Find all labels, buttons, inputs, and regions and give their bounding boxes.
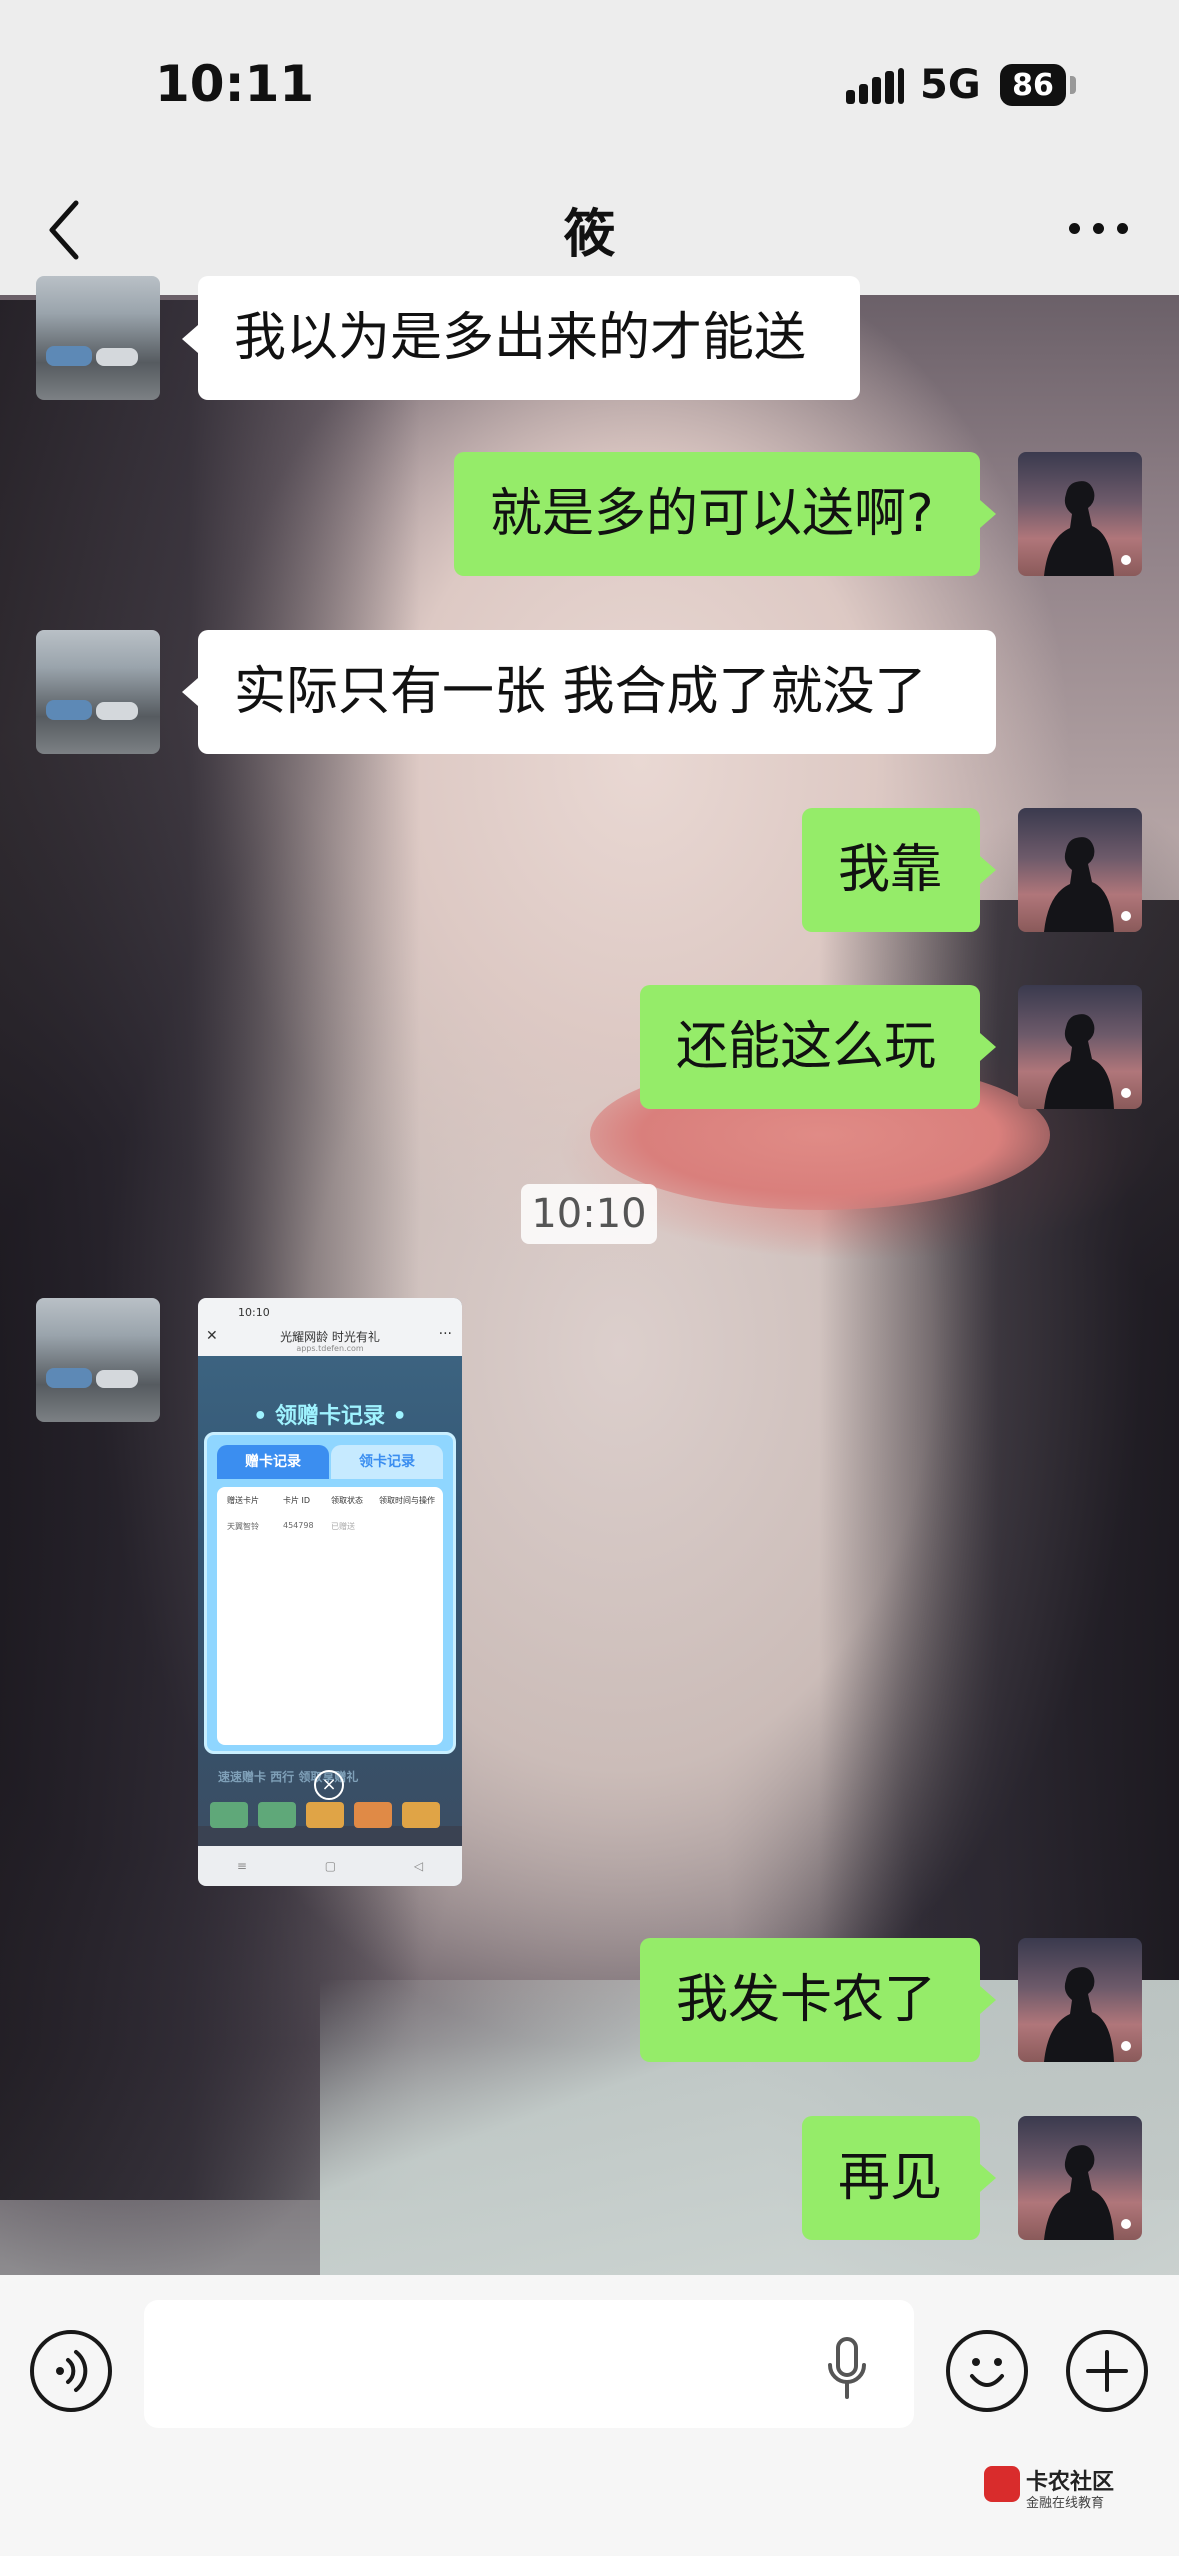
battery-tip bbox=[1070, 76, 1076, 94]
bubble-tail bbox=[980, 500, 996, 528]
shot-browser-bar: 10:10 ✕ 光耀网龄 时光有礼 apps.tdefen.com ··· bbox=[198, 1298, 462, 1356]
bubble-tail bbox=[980, 1033, 996, 1061]
shot-table: 赠送卡片 卡片 ID 领取状态 领取时间与操作 天翼智铃 454798 已赠送 bbox=[217, 1487, 443, 1745]
emoji-icon[interactable] bbox=[946, 2330, 1028, 2412]
battery-level: 86 bbox=[1012, 67, 1054, 103]
plus-icon[interactable] bbox=[1066, 2330, 1148, 2412]
shot-cell: 454798 bbox=[283, 1521, 314, 1530]
shot-status-time: 10:10 bbox=[238, 1306, 270, 1319]
shot-page-title: 光耀网龄 时光有礼 bbox=[280, 1330, 380, 1344]
bubble-tail bbox=[182, 325, 198, 353]
bubble-tail bbox=[182, 678, 198, 706]
shot-banner: • 领赠卡记录 • bbox=[253, 1404, 407, 1429]
image-message[interactable]: 10:10 ✕ 光耀网龄 时光有礼 apps.tdefen.com ··· • … bbox=[198, 1298, 462, 1886]
shot-col-header: 赠送卡片 bbox=[227, 1496, 259, 1505]
message-input[interactable] bbox=[144, 2300, 914, 2428]
shot-tab-inactive: 领卡记录 bbox=[331, 1445, 443, 1479]
wallpaper-hair-left bbox=[0, 300, 420, 2200]
voice-icon[interactable] bbox=[30, 2330, 112, 2412]
shot-cell: 已赠送 bbox=[331, 1522, 355, 1531]
shot-col-header: 卡片 ID bbox=[283, 1496, 311, 1505]
message-bubble-outgoing[interactable]: 我发卡农了 bbox=[640, 1938, 980, 2062]
self-avatar[interactable] bbox=[1018, 452, 1142, 576]
message-bubble-outgoing[interactable]: 就是多的可以送啊? bbox=[454, 452, 980, 576]
battery-icon: 86 bbox=[1000, 64, 1066, 106]
bubble-tail bbox=[980, 2164, 996, 2192]
signal-icon bbox=[846, 68, 904, 104]
self-avatar[interactable] bbox=[1018, 808, 1142, 932]
status-bar: 10:11 5G 86 bbox=[0, 0, 1179, 170]
network-label: 5G bbox=[920, 62, 981, 108]
shot-tab-active: 赠卡记录 bbox=[217, 1445, 329, 1479]
bubble-tail bbox=[980, 856, 996, 884]
shot-home-icon: ▢ bbox=[324, 1859, 337, 1873]
self-avatar[interactable] bbox=[1018, 2116, 1142, 2240]
more-dots-icon[interactable] bbox=[1069, 218, 1129, 238]
mic-icon[interactable] bbox=[822, 2335, 872, 2405]
message-bubble-outgoing[interactable]: 还能这么玩 bbox=[640, 985, 980, 1109]
shot-menu-icon: ≡ bbox=[236, 1859, 247, 1873]
message-bubble-outgoing[interactable]: 我靠 bbox=[802, 808, 980, 932]
input-bar bbox=[0, 2275, 1179, 2556]
shot-col-header: 领取状态 bbox=[331, 1496, 363, 1505]
chat-title: 筱 bbox=[563, 205, 616, 265]
self-avatar[interactable] bbox=[1018, 1938, 1142, 2062]
bubble-tail bbox=[980, 1986, 996, 2014]
message-bubble-incoming[interactable]: 实际只有一张 我合成了就没了 bbox=[198, 630, 996, 754]
self-avatar[interactable] bbox=[1018, 985, 1142, 1109]
watermark-logo-icon bbox=[984, 2466, 1020, 2502]
contact-avatar[interactable] bbox=[36, 630, 160, 754]
shot-android-nav: ≡ ▢ ◁ bbox=[198, 1846, 462, 1886]
contact-avatar[interactable] bbox=[36, 1298, 160, 1422]
shot-col-header: 领取时间与操作 bbox=[379, 1496, 435, 1505]
status-time: 10:11 bbox=[155, 55, 315, 113]
watermark: 卡农社区 金融在线教育 bbox=[980, 2462, 1160, 2512]
message-bubble-outgoing[interactable]: 再见 bbox=[802, 2116, 980, 2240]
shot-cell: 天翼智铃 bbox=[227, 1522, 259, 1531]
contact-avatar[interactable] bbox=[36, 276, 160, 400]
shot-reward-buttons bbox=[206, 1802, 454, 1828]
shot-back-icon: ◁ bbox=[413, 1859, 424, 1873]
message-bubble-incoming[interactable]: 我以为是多出来的才能送 bbox=[198, 276, 860, 400]
watermark-subtitle: 金融在线教育 bbox=[1026, 2496, 1105, 2511]
shot-close-circle-icon: × bbox=[314, 1770, 344, 1800]
shot-page-url: apps.tdefen.com bbox=[296, 1344, 364, 1353]
message-timestamp: 10:10 bbox=[521, 1184, 657, 1244]
shot-record-card: 赠卡记录 领卡记录 赠送卡片 卡片 ID 领取状态 领取时间与操作 天翼智铃 4… bbox=[204, 1432, 456, 1754]
shot-more-icon: ··· bbox=[438, 1326, 452, 1342]
